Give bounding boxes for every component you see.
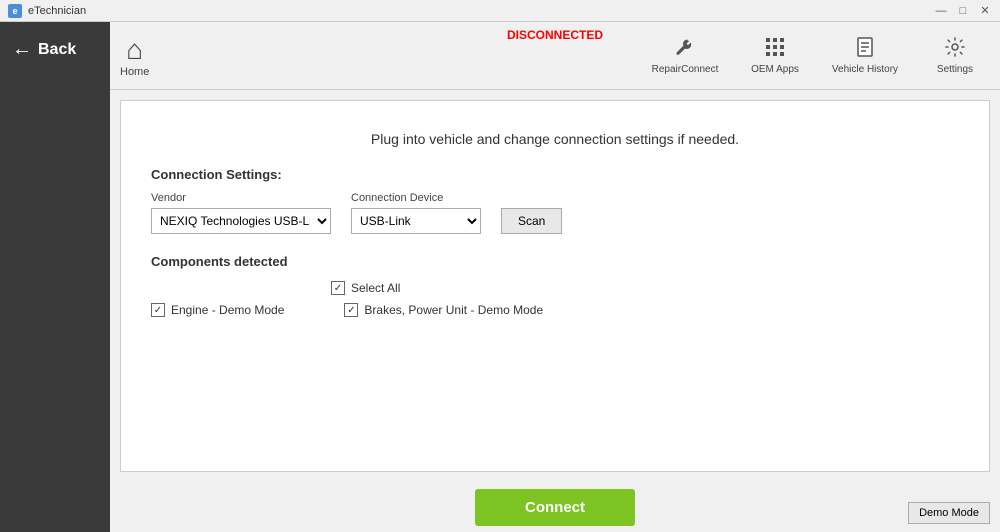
document-icon (854, 36, 876, 64)
engine-checkbox[interactable] (151, 303, 165, 317)
title-bar: e eTechnician — □ ✕ (0, 0, 1000, 22)
content-area: Plug into vehicle and change connection … (120, 100, 990, 472)
back-label: Back (38, 41, 76, 59)
repair-connect-button[interactable]: RepairConnect (650, 36, 720, 75)
connection-device-label: Connection Device (351, 192, 481, 204)
settings-label: Settings (937, 64, 973, 75)
close-button[interactable]: ✕ (978, 4, 992, 18)
connection-settings-label: Connection Settings: (151, 167, 959, 182)
instruction-text: Plug into vehicle and change connection … (151, 131, 959, 147)
connect-button[interactable]: Connect (475, 489, 635, 526)
app-title: eTechnician (28, 5, 86, 17)
minimize-button[interactable]: — (934, 4, 948, 18)
settings-button[interactable]: Settings (920, 36, 990, 75)
app-icon: e (8, 4, 22, 18)
component-item-engine: Engine - Demo Mode (151, 303, 284, 317)
main-area: ⌂ Home DISCONNECTED RepairConnect (110, 22, 1000, 532)
home-icon: ⌂ (126, 34, 143, 66)
brakes-label: Brakes, Power Unit - Demo Mode (364, 303, 543, 317)
window-controls[interactable]: — □ ✕ (934, 4, 992, 18)
brakes-checkbox[interactable] (344, 303, 358, 317)
component-item-brakes: Brakes, Power Unit - Demo Mode (344, 303, 543, 317)
home-button[interactable]: ⌂ Home (120, 34, 149, 78)
title-bar-left: e eTechnician (8, 4, 86, 18)
demo-mode-button[interactable]: Demo Mode (908, 502, 990, 524)
back-arrow-icon: ← (12, 38, 32, 61)
select-all-row: Select All (331, 281, 959, 295)
bottom-bar: Connect Demo Mode (110, 482, 1000, 532)
app-container: ← Back ⌂ Home DISCONNECTED RepairConnect (0, 22, 1000, 532)
sidebar: ← Back (0, 22, 110, 532)
oem-apps-label: OEM Apps (751, 64, 799, 75)
components-row: Engine - Demo Mode Brakes, Power Unit - … (151, 303, 959, 317)
select-all-label: Select All (351, 281, 400, 295)
vendor-label: Vendor (151, 192, 331, 204)
back-button[interactable]: ← Back (0, 30, 110, 69)
components-detected-label: Components detected (151, 254, 959, 269)
select-all-checkbox[interactable] (331, 281, 345, 295)
settings-icon (944, 36, 966, 64)
device-field-group: Connection Device USB-Link (351, 192, 481, 234)
scan-button[interactable]: Scan (501, 208, 562, 234)
oem-apps-button[interactable]: OEM Apps (740, 36, 810, 75)
connection-row: Vendor NEXIQ Technologies USB-Link Conne… (151, 192, 959, 234)
home-label: Home (120, 66, 149, 78)
vendor-select[interactable]: NEXIQ Technologies USB-Link (151, 208, 331, 234)
vehicle-history-button[interactable]: Vehicle History (830, 36, 900, 75)
maximize-button[interactable]: □ (956, 4, 970, 18)
wrench-icon (674, 36, 696, 64)
grid-icon (764, 36, 786, 64)
engine-label: Engine - Demo Mode (171, 303, 284, 317)
disconnected-label: DISCONNECTED (507, 28, 603, 42)
vendor-field-group: Vendor NEXIQ Technologies USB-Link (151, 192, 331, 234)
toolbar-right: RepairConnect (650, 36, 990, 75)
device-select[interactable]: USB-Link (351, 208, 481, 234)
repair-connect-label: RepairConnect (652, 64, 719, 75)
vehicle-history-label: Vehicle History (832, 64, 898, 75)
toolbar: ⌂ Home DISCONNECTED RepairConnect (110, 22, 1000, 90)
